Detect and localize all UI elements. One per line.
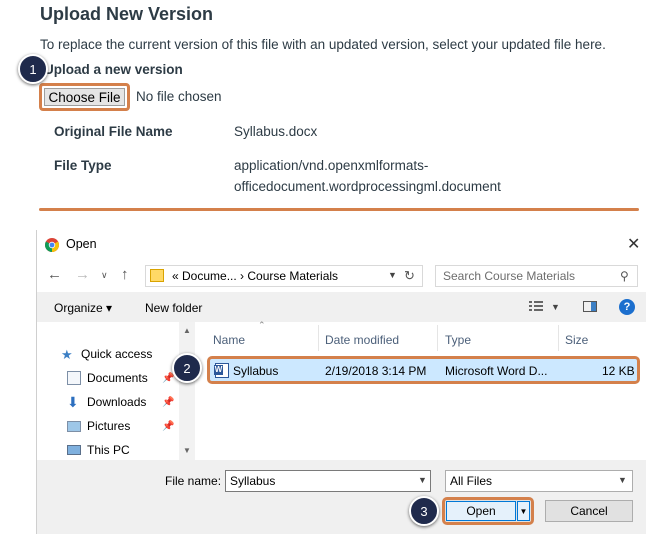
sidebar-item-downloads[interactable]: ⬇ Downloads (67, 395, 146, 409)
file-type-filter[interactable]: All Files ▼ (445, 470, 633, 492)
sidebar-item-quick-access[interactable]: ★ Quick access (61, 347, 153, 362)
file-size-cell: 12 KB (602, 364, 635, 378)
column-header-type[interactable]: Type (445, 333, 471, 347)
dialog-toolbar: Organize ▾ New folder ▼ ? (37, 292, 646, 322)
forward-arrow-icon[interactable]: → (75, 266, 90, 283)
file-type-cell: Microsoft Word D... (445, 364, 548, 378)
file-list: ⌃ Name Date modified Type Size Syllabus … (201, 320, 646, 460)
help-icon[interactable]: ? (619, 299, 635, 315)
sort-ascending-icon: ⌃ (258, 320, 266, 330)
file-name-cell: Syllabus (233, 364, 279, 378)
dialog-title-bar: Open ✕ (37, 230, 646, 260)
upload-description: To replace the current version of this f… (40, 37, 606, 52)
dialog-title: Open (66, 237, 97, 251)
choose-file-highlight: Choose File (39, 83, 130, 111)
word-document-icon (214, 363, 229, 378)
open-button-highlight: Open ▼ (442, 497, 534, 525)
section-divider (39, 208, 639, 211)
address-dropdown-icon[interactable]: ▼ (388, 270, 398, 280)
dialog-footer: File name: ▼ All Files ▼ (37, 460, 646, 534)
folder-icon (150, 269, 164, 282)
search-input[interactable]: Search Course Materials ⚲ (435, 265, 638, 287)
pictures-icon (67, 420, 81, 432)
file-row-syllabus[interactable]: Syllabus 2/19/2018 3:14 PM Microsoft Wor… (207, 356, 640, 384)
sidebar-item-label: Downloads (87, 395, 147, 409)
step-badge-3: 3 (409, 496, 439, 526)
sidebar-item-documents[interactable]: Documents (67, 371, 148, 385)
downloads-icon: ⬇ (67, 394, 79, 410)
close-icon[interactable]: ✕ (627, 234, 640, 254)
upload-field-label: Upload a new version (44, 62, 183, 77)
pin-icon: 📌 (162, 421, 175, 432)
cancel-button[interactable]: Cancel (545, 500, 633, 522)
back-arrow-icon[interactable]: ← (47, 266, 62, 283)
search-icon: ⚲ (620, 269, 629, 283)
column-divider (437, 325, 438, 351)
address-path: « Docume... › Course Materials (172, 269, 339, 283)
file-name-label: File name: (165, 474, 222, 488)
pin-icon: 📌 (162, 397, 175, 408)
column-divider (558, 325, 559, 351)
column-divider (318, 325, 319, 351)
new-folder-button[interactable]: New folder (145, 301, 202, 315)
file-type-value-line2: officedocument.wordprocessingml.document (234, 179, 501, 194)
navigation-scrollbar[interactable]: ▲ ▼ (179, 322, 195, 460)
scroll-up-icon[interactable]: ▲ (183, 326, 191, 335)
documents-icon (67, 371, 81, 385)
sidebar-item-this-pc[interactable]: This PC (67, 443, 130, 457)
chevron-down-icon: ▼ (618, 475, 627, 485)
sidebar-item-label: Pictures (87, 419, 131, 433)
step-badge-2: 2 (172, 353, 202, 383)
step-badge-1: 1 (18, 54, 48, 84)
search-placeholder: Search Course Materials (443, 269, 576, 283)
view-options-icon[interactable] (529, 301, 543, 311)
scroll-down-icon[interactable]: ▼ (183, 446, 191, 455)
file-name-field[interactable] (225, 470, 431, 492)
chrome-icon (45, 238, 59, 252)
navigation-bar: ← → ∨ ↑ « Docume... › Course Materials ▼… (37, 261, 646, 291)
sidebar-item-label: Documents (87, 371, 148, 385)
navigation-pane: ★ Quick access Documents 📌 ⬇ Downloads 📌… (37, 322, 195, 460)
column-header-name[interactable]: Name (213, 333, 245, 347)
column-header-size[interactable]: Size (565, 333, 588, 347)
file-type-value-line1: application/vnd.openxmlformats- (234, 158, 429, 173)
file-type-label: File Type (54, 158, 112, 173)
sidebar-item-pictures[interactable]: Pictures (67, 419, 130, 433)
sidebar-item-label: This PC (87, 443, 130, 457)
choose-file-button[interactable]: Choose File (44, 88, 125, 106)
no-file-chosen-text: No file chosen (136, 89, 222, 104)
star-icon: ★ (61, 347, 73, 362)
sidebar-item-label: Quick access (81, 347, 153, 361)
address-bar[interactable]: « Docume... › Course Materials ▼ ↻ (145, 265, 423, 287)
organize-menu[interactable]: Organize ▾ (54, 301, 112, 315)
refresh-icon[interactable]: ↻ (404, 268, 415, 284)
file-type-filter-value: All Files (450, 474, 493, 488)
view-dropdown-icon[interactable]: ▼ (551, 302, 560, 312)
computer-icon (67, 445, 81, 455)
file-type-value: application/vnd.openxmlformats- officedo… (234, 155, 501, 197)
open-options-dropdown-icon[interactable]: ▼ (517, 501, 530, 521)
original-file-name-label: Original File Name (54, 124, 173, 139)
original-file-name-value: Syllabus.docx (234, 124, 318, 139)
column-header-date-modified[interactable]: Date modified (325, 333, 399, 347)
file-name-dropdown-icon[interactable]: ▼ (418, 475, 427, 485)
file-date-cell: 2/19/2018 3:14 PM (325, 364, 427, 378)
up-arrow-icon[interactable]: ↑ (121, 266, 129, 283)
preview-pane-icon[interactable] (583, 301, 597, 312)
page-title: Upload New Version (40, 4, 214, 24)
open-button[interactable]: Open (446, 501, 516, 521)
recent-locations-chevron-icon[interactable]: ∨ (101, 270, 108, 281)
open-file-dialog: Open ✕ ← → ∨ ↑ « Docume... › Course Mate… (36, 230, 646, 534)
